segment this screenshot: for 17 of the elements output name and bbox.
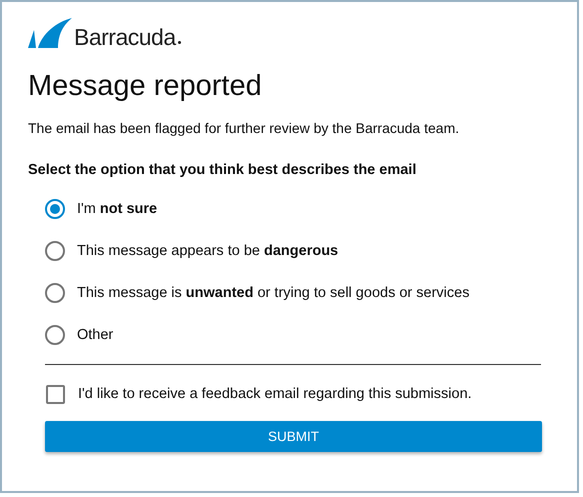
dot-icon [178, 41, 181, 44]
page-title: Message reported [28, 69, 263, 104]
option-label: I'm not sure [77, 201, 158, 217]
message-text: The email has been flagged for further review by the Barracuda team. [28, 120, 460, 136]
submit-button[interactable]: SUBMIT [45, 421, 542, 452]
radio-button[interactable] [45, 325, 65, 345]
checkbox-label: I'd like to receive a feedback email regarding this submission. [78, 386, 472, 402]
option-label: This message appears to be dangerous [77, 243, 338, 259]
fin-logo-icon [28, 18, 72, 48]
question-text: Select the option that you think best describes the email [28, 162, 418, 178]
option-label: Other [77, 327, 114, 343]
radio-button[interactable] [45, 283, 65, 303]
checkbox[interactable] [46, 384, 65, 404]
radio-button[interactable] [45, 241, 65, 261]
radio-button[interactable] [45, 199, 65, 219]
logo-text: Barracuda [74, 24, 176, 50]
option-label: This message is unwanted or trying to sell goods or services [77, 285, 470, 301]
